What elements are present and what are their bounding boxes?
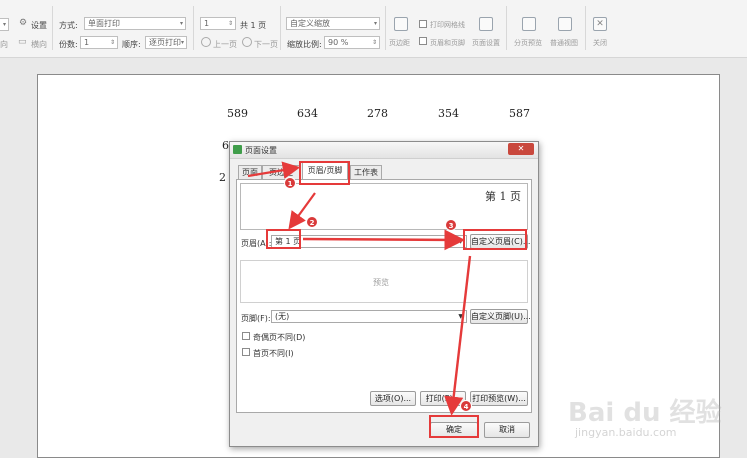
arrow-step-1 bbox=[247, 161, 301, 179]
baidu-watermark-logo: Bai du 经验 bbox=[568, 398, 722, 428]
step-badge-3: 3 bbox=[445, 219, 457, 231]
arrow-step-4 bbox=[444, 255, 472, 416]
step-badge-4: 4 bbox=[460, 400, 472, 412]
baidu-watermark-url: jingyan.baidu.com bbox=[575, 426, 677, 439]
step-badge-1: 1 bbox=[284, 177, 296, 189]
arrow-step-3 bbox=[302, 229, 466, 251]
step-badge-2: 2 bbox=[306, 216, 318, 228]
annotation-arrows bbox=[247, 161, 472, 416]
